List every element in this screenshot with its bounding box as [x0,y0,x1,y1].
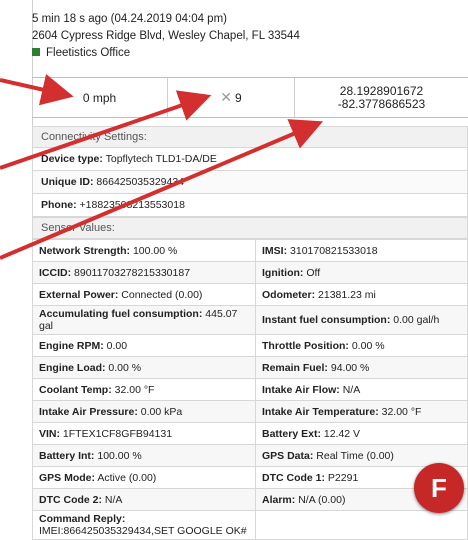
arrow-to-speed [0,73,74,106]
brand-badge: F [414,463,464,513]
arrow-to-coords [0,119,324,260]
sensor-value: IMEI:866425035329434,SET GOOGLE OK# [39,525,247,537]
arrow-to-satellites [0,90,212,170]
annotation-arrows [0,73,324,260]
